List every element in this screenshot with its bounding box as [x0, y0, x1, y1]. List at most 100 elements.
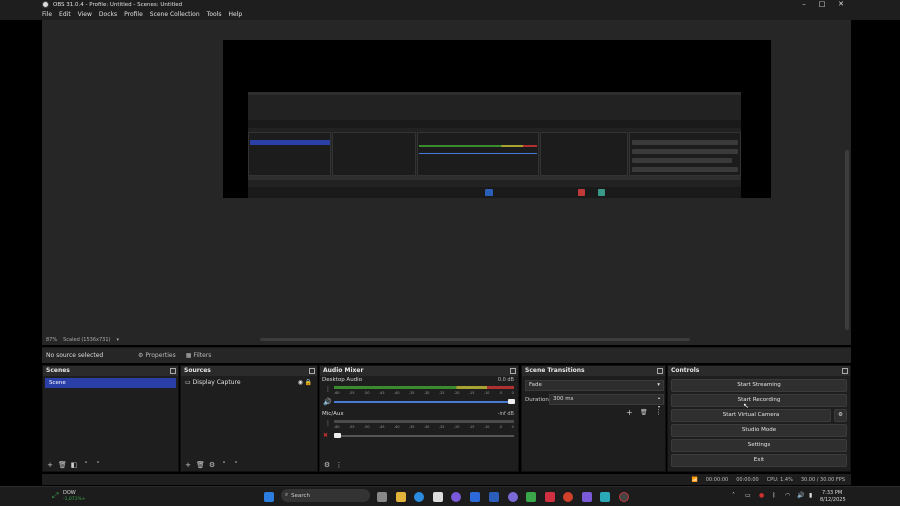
photoshop-icon[interactable]	[489, 492, 499, 502]
move-up-button[interactable]: ˄	[82, 461, 90, 469]
transition-menu-icon[interactable]: ⋮	[655, 408, 662, 416]
scene-filters-button[interactable]: ◧	[70, 461, 78, 469]
source-item[interactable]: ▭ Display Capture ◉ 🔒	[181, 378, 317, 388]
app-icon[interactable]	[526, 492, 536, 502]
outlook-icon[interactable]	[470, 492, 480, 502]
menu-file[interactable]: File	[42, 11, 52, 18]
chevron-up-icon[interactable]: ˄	[732, 492, 735, 499]
app-red-icon[interactable]	[545, 492, 555, 502]
menu-help[interactable]: Help	[228, 11, 242, 18]
store-icon[interactable]	[433, 492, 443, 502]
wifi-icon[interactable]: ◠	[785, 492, 790, 499]
virtual-camera-settings-button[interactable]: ⚙	[834, 409, 847, 422]
transition-select[interactable]: Fade ▾	[525, 380, 664, 391]
scene-item[interactable]: Scene	[45, 378, 176, 388]
move-up-button[interactable]: ˄	[220, 461, 228, 469]
meter-ticks: -60 -55 -50 -45 -40 -35 -30 -25 -20 -15 -10 -5 0	[334, 391, 514, 395]
sources-dock: Sources ▭ Display Capture ◉ 🔒 + 🗑 ⚙ ˄ ˅	[180, 365, 318, 472]
source-properties-button[interactable]: ⚙	[208, 461, 216, 469]
kebab-menu-icon[interactable]: ⋮	[325, 420, 331, 427]
undock-icon[interactable]	[657, 368, 663, 374]
remove-source-button[interactable]: 🗑	[196, 461, 205, 469]
chrome-icon[interactable]	[563, 492, 573, 502]
undock-icon[interactable]	[842, 368, 848, 374]
battery-icon[interactable]: ▮	[809, 492, 812, 499]
edge-icon[interactable]	[414, 492, 424, 502]
exit-button[interactable]: Exit	[671, 454, 847, 467]
settings-button[interactable]: Settings	[671, 439, 847, 452]
obs-taskbar-icon[interactable]	[619, 492, 629, 502]
start-virtual-camera-button[interactable]: Start Virtual Camera	[671, 409, 831, 422]
remove-transition-button[interactable]: 🗑	[640, 409, 648, 416]
filter-icon: ▦	[185, 352, 192, 359]
kebab-menu-icon[interactable]: ⋮	[325, 386, 331, 393]
speaker-icon[interactable]: 🔊	[323, 398, 332, 406]
windows-start-icon[interactable]	[264, 492, 274, 502]
volume-slider[interactable]	[334, 401, 514, 403]
preview-area[interactable]	[42, 20, 851, 335]
add-scene-button[interactable]: +	[46, 461, 54, 469]
lock-icon[interactable]: 🔒	[305, 378, 312, 388]
app-teal-icon[interactable]	[600, 492, 610, 502]
mic-icon[interactable]: ●	[759, 492, 764, 499]
zoom-level: 87%	[46, 337, 58, 343]
menu-view[interactable]: View	[78, 11, 92, 18]
file-explorer-icon[interactable]	[396, 492, 406, 502]
search-placeholder: Search	[291, 492, 310, 499]
advanced-audio-icon[interactable]: ⚙	[323, 461, 331, 469]
minimize-button[interactable]: –	[795, 0, 813, 9]
eye-icon[interactable]: ◉	[298, 378, 303, 388]
remove-scene-button[interactable]: 🗑	[58, 461, 67, 469]
menu-tools[interactable]: Tools	[207, 11, 222, 18]
add-source-button[interactable]: +	[184, 461, 192, 469]
bluetooth-icon[interactable]: ᛒ	[772, 492, 776, 499]
channel-name: Mic/Aux	[322, 411, 344, 417]
menu-profile[interactable]: Profile	[124, 11, 143, 18]
preview-canvas[interactable]	[223, 40, 771, 198]
app-purple-icon[interactable]	[582, 492, 592, 502]
ticker-name[interactable]: DOW	[63, 490, 76, 496]
clock-time[interactable]: 7:33 PM	[822, 490, 842, 496]
copilot-icon[interactable]	[451, 492, 461, 502]
menu-edit[interactable]: Edit	[59, 11, 71, 18]
clock-date[interactable]: 8/12/2025	[820, 497, 846, 503]
stock-trend-icon: ⤢	[52, 491, 59, 500]
maximize-button[interactable]: □	[813, 0, 831, 9]
menu-scene-collection[interactable]: Scene Collection	[150, 11, 200, 18]
move-down-button[interactable]: ˅	[94, 461, 102, 469]
filters-button[interactable]: ▦ Filters	[186, 352, 212, 359]
ticker-value: -1,071%+	[63, 497, 86, 502]
close-button[interactable]: ✕	[832, 0, 850, 9]
start-recording-button[interactable]: Start Recording	[671, 394, 847, 407]
mixer-menu-icon[interactable]: ⋮	[335, 461, 343, 469]
undock-icon[interactable]	[170, 368, 176, 374]
add-transition-button[interactable]: +	[626, 408, 633, 417]
mic-muted-icon[interactable]: ✖	[323, 432, 328, 439]
preview-horizontal-scrollbar[interactable]	[260, 338, 690, 341]
scale-dropdown-icon[interactable]: ▾	[116, 337, 119, 343]
chat-icon[interactable]	[508, 492, 518, 502]
channel-name: Desktop Audio	[322, 377, 363, 383]
volume-icon[interactable]: 🔊	[797, 492, 804, 499]
volume-slider-knob[interactable]	[508, 399, 515, 404]
undock-icon[interactable]	[309, 368, 315, 374]
tray-icon[interactable]: ▭	[745, 492, 751, 499]
volume-slider-knob[interactable]	[334, 433, 341, 438]
volume-slider[interactable]	[334, 435, 514, 437]
title-bar: OBS 31.0.4 - Profile: Untitled - Scenes:…	[0, 0, 900, 9]
network-icon: 📶	[691, 476, 698, 483]
source-item-label: Display Capture	[192, 379, 241, 386]
left-letterbox	[0, 20, 42, 486]
duration-spinbox[interactable]: 300 ms ▴ ▾	[549, 394, 664, 409]
taskbar-search-box[interactable]: ⌕ Search	[281, 489, 370, 502]
move-down-button[interactable]: ˅	[232, 461, 240, 469]
properties-button[interactable]: ⚙ Properties	[138, 352, 176, 359]
menu-docks[interactable]: Docks	[99, 11, 117, 18]
undock-icon[interactable]	[510, 368, 516, 374]
start-streaming-button[interactable]: Start Streaming	[671, 379, 847, 392]
task-view-icon[interactable]	[377, 492, 387, 502]
studio-mode-button[interactable]: Studio Mode	[671, 424, 847, 437]
monitor-icon: ▭	[185, 379, 191, 386]
preview-vertical-scrollbar[interactable]	[845, 150, 849, 330]
transitions-title: Scene Transitions	[525, 367, 585, 374]
